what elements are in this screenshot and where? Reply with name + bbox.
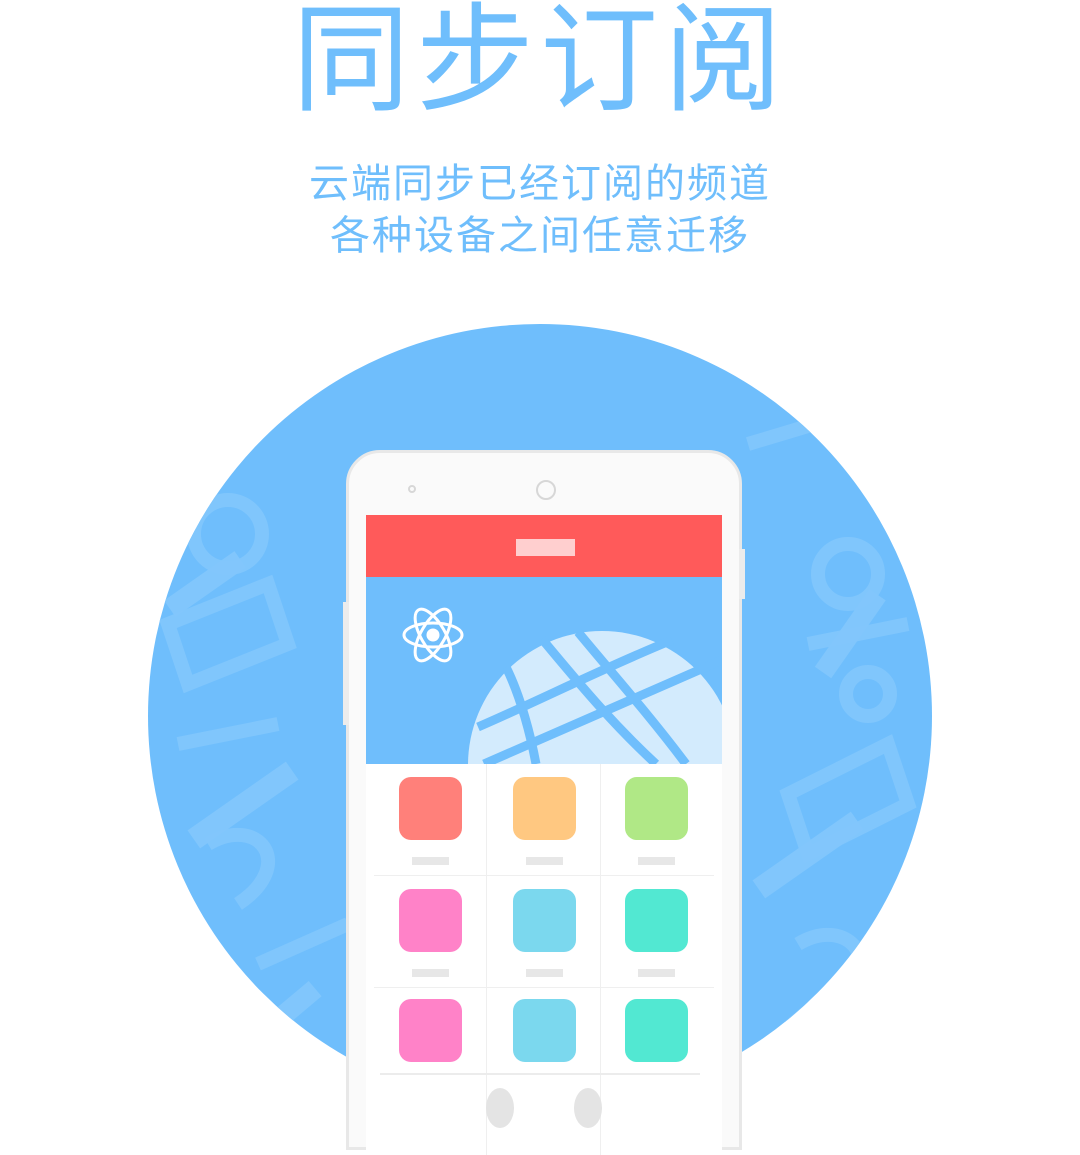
channel-icon xyxy=(625,999,688,1062)
channel-item[interactable] xyxy=(600,876,714,987)
channel-label-placeholder xyxy=(412,857,449,865)
phone-nav-button-left[interactable] xyxy=(486,1088,514,1128)
toolbar-title-placeholder xyxy=(516,539,575,556)
phone-power-button xyxy=(739,549,745,599)
channel-item[interactable] xyxy=(374,986,488,1097)
phone-bottom-divider xyxy=(380,1073,700,1075)
subtitle-line-2: 各种设备之间任意迁移 xyxy=(330,213,750,259)
banner-illustration xyxy=(402,607,722,764)
phone-nav-button-right[interactable] xyxy=(574,1088,602,1128)
channel-item[interactable] xyxy=(600,764,714,875)
featured-banner[interactable] xyxy=(366,577,722,764)
globe-icon xyxy=(468,629,722,764)
channel-icon xyxy=(513,999,576,1062)
app-toolbar xyxy=(366,515,722,577)
channel-label-placeholder xyxy=(412,969,449,977)
channel-label-placeholder xyxy=(526,969,563,977)
channel-icon xyxy=(399,777,462,840)
channel-grid xyxy=(366,764,722,1155)
channel-item[interactable] xyxy=(374,876,488,987)
camera-icon xyxy=(536,480,556,500)
channel-label-placeholder xyxy=(638,969,675,977)
channel-item[interactable] xyxy=(488,764,602,875)
phone-screen xyxy=(366,515,722,1155)
channel-icon xyxy=(625,777,688,840)
channel-icon xyxy=(399,889,462,952)
phone-volume-button xyxy=(343,602,349,725)
phone-device xyxy=(343,450,745,1155)
channel-item[interactable] xyxy=(488,876,602,987)
channel-label-placeholder xyxy=(638,857,675,865)
channel-item[interactable] xyxy=(374,764,488,875)
channel-icon xyxy=(625,889,688,952)
channel-item[interactable] xyxy=(600,986,714,1097)
atom-icon xyxy=(402,607,464,663)
channel-label-placeholder xyxy=(526,857,563,865)
channel-icon xyxy=(513,889,576,952)
channel-item[interactable] xyxy=(488,986,602,1097)
subtitle-line-1: 云端同步已经订阅的频道 xyxy=(309,161,771,207)
channel-icon xyxy=(399,999,462,1062)
page-title: 同步订阅 xyxy=(291,0,788,129)
speaker-icon xyxy=(408,485,416,493)
channel-icon xyxy=(513,777,576,840)
